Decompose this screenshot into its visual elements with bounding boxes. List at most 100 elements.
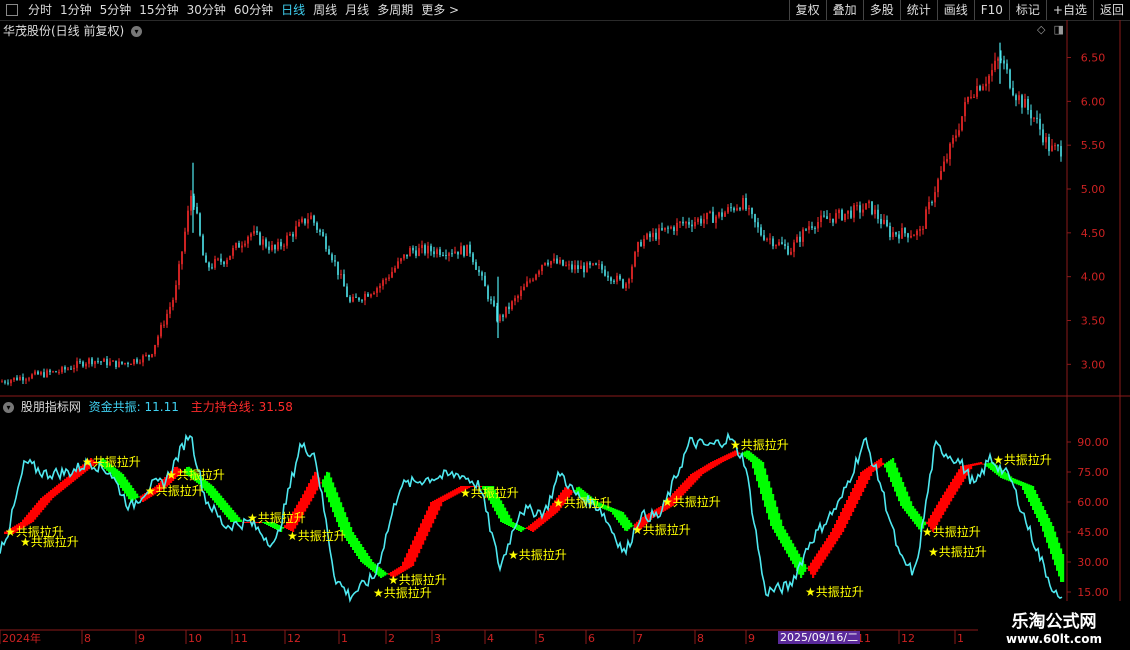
ribbon-bar (538, 517, 541, 528)
candle-body (550, 261, 552, 265)
candle-body (928, 202, 930, 210)
candle-body (739, 208, 741, 210)
ribbon-bar (694, 471, 697, 483)
ribbon-bar (356, 538, 359, 556)
candle-body (151, 354, 153, 357)
ribbon-bar (902, 482, 905, 509)
candle-body (901, 228, 903, 239)
ribbon-bar (752, 454, 755, 469)
candle-body (997, 58, 999, 61)
candle-body (1036, 117, 1038, 119)
candle-body (865, 203, 867, 210)
candle-body (724, 212, 726, 217)
candle-body (250, 233, 252, 237)
candle-body (694, 221, 696, 227)
ribbon-bar (826, 538, 829, 557)
candle-body (28, 378, 30, 380)
ribbon-bar (970, 464, 973, 470)
ribbon-bar (350, 527, 353, 547)
candle-body (169, 306, 171, 314)
candle-body (160, 324, 162, 337)
candle-body (607, 275, 609, 278)
ribbon-bar (226, 502, 229, 518)
ribbon-bar (700, 468, 703, 477)
candle-body (211, 267, 213, 269)
candle-body (487, 286, 489, 300)
candle-body (847, 210, 849, 214)
price-tick-label: 6.50 (1081, 52, 1106, 65)
ribbon-bar (134, 490, 137, 500)
candle-body (70, 368, 72, 370)
ribbon-bar (348, 522, 351, 544)
candle-body (874, 209, 876, 215)
candle-body (817, 222, 819, 229)
ribbon-bar (138, 496, 141, 498)
ribbon-bar (58, 483, 61, 494)
ribbon-bar (842, 508, 845, 532)
ribbon-bar (760, 460, 763, 494)
ribbon-bar (528, 525, 531, 530)
candle-body (601, 264, 603, 270)
candle-body (973, 96, 975, 98)
ribbon-bar (624, 514, 627, 531)
candle-body (772, 238, 774, 247)
candle-body (355, 296, 357, 298)
x-tick-label: 12 (287, 632, 301, 645)
ribbon-bar (758, 458, 761, 488)
candle-body (43, 372, 45, 377)
ribbon-bar (518, 525, 521, 531)
candle-body (544, 262, 546, 266)
ribbon-bar (240, 519, 243, 522)
candle-body (1021, 95, 1023, 108)
candle-body (358, 297, 360, 301)
candle-body (61, 367, 63, 373)
ribbon-bar (816, 553, 819, 572)
ribbon-bar (338, 497, 341, 528)
ribbon-bar (504, 507, 507, 524)
ribbon-bar (332, 482, 335, 513)
ribbon-bar (938, 501, 941, 522)
candle-body (508, 306, 510, 310)
candle-body (946, 159, 948, 162)
ribbon-bar (722, 456, 725, 462)
candle-body (1015, 95, 1017, 101)
candle-body (349, 296, 351, 302)
ribbon-bar (612, 508, 615, 515)
indicator-tick-label: 90.00 (1077, 436, 1109, 449)
x-tick-label: 3 (434, 632, 441, 645)
ribbon-bar (1016, 479, 1019, 485)
candle-body (850, 210, 852, 218)
candle-body (754, 214, 756, 223)
ribbon-bar (312, 475, 315, 498)
candle-body (1033, 117, 1035, 119)
ribbon-bar (56, 485, 59, 495)
candle-body (94, 361, 96, 365)
ribbon-bar (122, 474, 125, 491)
candle-body (538, 271, 540, 275)
candle-body (781, 242, 783, 245)
candle-body (823, 215, 825, 217)
candle-body (553, 258, 555, 262)
candle-body (484, 275, 486, 287)
candle-body (433, 251, 435, 255)
candle-body (769, 238, 771, 240)
candle-body (262, 239, 264, 245)
chart-canvas[interactable]: 6.50 6.00 5.50 5.00 4.50 4.00 3.50 3.00 90.00 75.… (0, 0, 1130, 650)
ribbon-bar (408, 548, 411, 569)
ribbon-bar (1062, 554, 1065, 582)
ribbon-bar (848, 496, 851, 520)
candle-body (685, 221, 687, 224)
ribbon-bar (1036, 494, 1039, 518)
price-tick-label: 6.00 (1081, 95, 1106, 108)
candle-body (13, 377, 15, 381)
x-tick-label: 6 (588, 632, 595, 645)
ribbon-bar (682, 482, 685, 496)
ribbon-bar (336, 492, 339, 523)
ribbon-bar (844, 504, 847, 528)
candle-body (451, 253, 453, 255)
candle-body (748, 208, 750, 210)
candle-body (1012, 87, 1014, 96)
ribbon-bar (450, 491, 453, 498)
candle-body (976, 86, 978, 97)
ribbon-bar (620, 511, 623, 526)
